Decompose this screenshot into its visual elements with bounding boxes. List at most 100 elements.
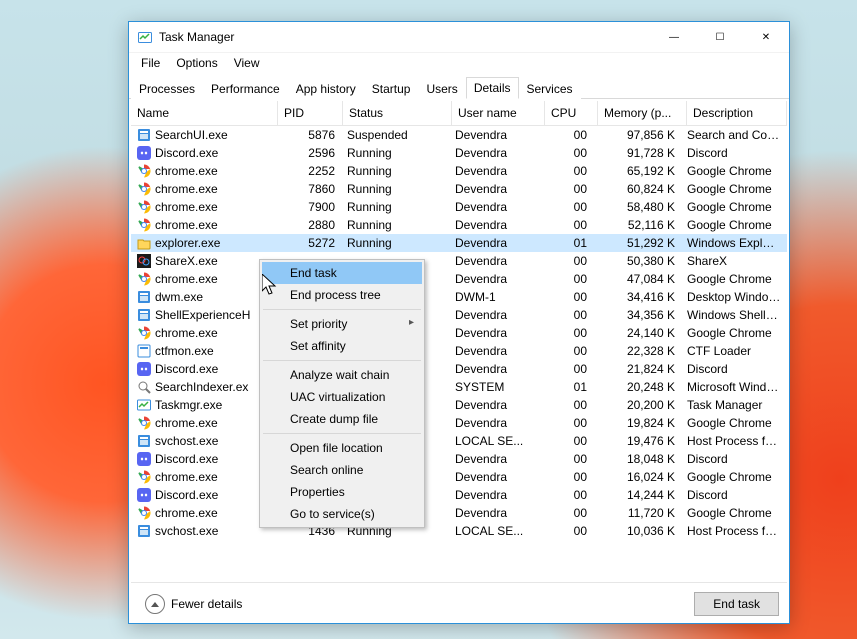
memory-cell: 20,248 K	[593, 380, 681, 394]
pid-cell: 2596	[277, 146, 341, 160]
process-name-cell: chrome.exe	[131, 326, 277, 340]
context-menu-uac-virtualization[interactable]: UAC virtualization	[262, 386, 422, 408]
table-row[interactable]: ctfmon.exeDevendra0022,328 KCTF Loader	[131, 342, 787, 360]
description-cell: Google Chrome	[681, 416, 787, 430]
maximize-button[interactable]: ☐	[697, 22, 743, 52]
menu-file[interactable]: File	[133, 54, 168, 72]
context-menu-open-file-location[interactable]: Open file location	[262, 437, 422, 459]
status-cell: Suspended	[341, 128, 449, 142]
description-cell: Google Chrome	[681, 182, 787, 196]
context-menu-properties[interactable]: Properties	[262, 481, 422, 503]
col-cpu[interactable]: CPU	[545, 101, 598, 125]
table-row[interactable]: chrome.exe2880RunningDevendra0052,116 KG…	[131, 216, 787, 234]
table-row[interactable]: Discord.exeDevendra0014,244 KDiscord	[131, 486, 787, 504]
col-name[interactable]: Name	[131, 101, 278, 125]
table-body[interactable]: SearchUI.exe5876SuspendedDevendra0097,85…	[131, 126, 787, 582]
table-row[interactable]: chrome.exeDevendra0024,140 KGoogle Chrom…	[131, 324, 787, 342]
tab-strip: ProcessesPerformanceApp historyStartupUs…	[129, 73, 789, 99]
col-desc[interactable]: Description	[687, 101, 787, 125]
tab-services[interactable]: Services	[519, 78, 581, 99]
fewer-details-button[interactable]: Fewer details	[139, 591, 248, 617]
table-row[interactable]: ShareX.exeDevendra0050,380 KShareX	[131, 252, 787, 270]
pid-cell: 7900	[277, 200, 341, 214]
table-row[interactable]: SearchUI.exe5876SuspendedDevendra0097,85…	[131, 126, 787, 144]
context-menu-analyze-wait-chain[interactable]: Analyze wait chain	[262, 364, 422, 386]
process-name-cell: explorer.exe	[131, 236, 277, 250]
table-row[interactable]: Discord.exe2596RunningDevendra0091,728 K…	[131, 144, 787, 162]
tab-details[interactable]: Details	[466, 77, 519, 99]
tab-users[interactable]: Users	[418, 78, 465, 99]
titlebar[interactable]: Task Manager — ☐ ✕	[129, 22, 789, 53]
cpu-cell: 00	[541, 326, 593, 340]
description-cell: Google Chrome	[681, 272, 787, 286]
col-pid[interactable]: PID	[278, 101, 343, 125]
process-name-cell: ctfmon.exe	[131, 344, 277, 358]
memory-cell: 52,116 K	[593, 218, 681, 232]
process-name-cell: ShareX.exe	[131, 254, 277, 268]
process-name-cell: chrome.exe	[131, 200, 277, 214]
context-menu-search-online[interactable]: Search online	[262, 459, 422, 481]
discord-icon	[137, 362, 151, 376]
discord-icon	[137, 488, 151, 502]
memory-cell: 34,356 K	[593, 308, 681, 322]
table-row[interactable]: SearchIndexer.exSYSTEM0120,248 KMicrosof…	[131, 378, 787, 396]
table-row[interactable]: explorer.exe5272RunningDevendra0151,292 …	[131, 234, 787, 252]
context-menu-end-task[interactable]: End task	[262, 262, 422, 284]
menu-options[interactable]: Options	[168, 54, 225, 72]
memory-cell: 22,328 K	[593, 344, 681, 358]
user-cell: Devendra	[449, 488, 541, 502]
table-header: Name PID Status User name CPU Memory (p.…	[131, 101, 787, 126]
pid-cell: 5876	[277, 128, 341, 142]
context-menu-create-dump-file[interactable]: Create dump file	[262, 408, 422, 430]
context-menu-end-process-tree[interactable]: End process tree	[262, 284, 422, 306]
col-mem[interactable]: Memory (p...	[598, 101, 687, 125]
table-row[interactable]: chrome.exe7860RunningDevendra0060,824 KG…	[131, 180, 787, 198]
process-name-cell: chrome.exe	[131, 164, 277, 178]
description-cell: Discord	[681, 452, 787, 466]
process-name-cell: chrome.exe	[131, 218, 277, 232]
cpu-cell: 00	[541, 272, 593, 286]
context-menu-set-priority[interactable]: Set priority	[262, 313, 422, 335]
menu-view[interactable]: View	[226, 54, 268, 72]
tab-processes[interactable]: Processes	[131, 78, 203, 99]
table-row[interactable]: Taskmgr.exeDevendra0020,200 KTask Manage…	[131, 396, 787, 414]
description-cell: Google Chrome	[681, 506, 787, 520]
table-row[interactable]: chrome.exe2252RunningDevendra0065,192 KG…	[131, 162, 787, 180]
col-status[interactable]: Status	[343, 101, 452, 125]
process-name-cell: chrome.exe	[131, 416, 277, 430]
taskmgr-icon	[137, 398, 151, 412]
pid-cell: 2252	[277, 164, 341, 178]
table-row[interactable]: chrome.exeDevendra0016,024 KGoogle Chrom…	[131, 468, 787, 486]
description-cell: Windows Explorer	[681, 236, 787, 250]
context-menu[interactable]: End taskEnd process tree Set prioritySet …	[259, 259, 425, 528]
table-row[interactable]: Discord.exeDevendra0018,048 KDiscord	[131, 450, 787, 468]
tab-startup[interactable]: Startup	[364, 78, 419, 99]
tab-app-history[interactable]: App history	[288, 78, 364, 99]
table-row[interactable]: chrome.exeDevendra0019,824 KGoogle Chrom…	[131, 414, 787, 432]
process-name-cell: Discord.exe	[131, 488, 277, 502]
table-row[interactable]: dwm.exeDWM-10034,416 KDesktop Window Man…	[131, 288, 787, 306]
table-row[interactable]: chrome.exeDevendra0047,084 KGoogle Chrom…	[131, 270, 787, 288]
table-row[interactable]: chrome.exe7900RunningDevendra0058,480 KG…	[131, 198, 787, 216]
context-menu-set-affinity[interactable]: Set affinity	[262, 335, 422, 357]
memory-cell: 91,728 K	[593, 146, 681, 160]
table-row[interactable]: Discord.exeDevendra0021,824 KDiscord	[131, 360, 787, 378]
memory-cell: 20,200 K	[593, 398, 681, 412]
description-cell: Discord	[681, 146, 787, 160]
context-menu-go-to-service-s[interactable]: Go to service(s)	[262, 503, 422, 525]
tab-performance[interactable]: Performance	[203, 78, 288, 99]
col-user[interactable]: User name	[452, 101, 545, 125]
table-row[interactable]: chrome.exe7876RunningDevendra0011,720 KG…	[131, 504, 787, 522]
user-cell: Devendra	[449, 128, 541, 142]
end-task-button[interactable]: End task	[694, 592, 779, 616]
app-blue-icon	[137, 434, 151, 448]
description-cell: Host Process for Windo...	[681, 524, 787, 538]
table-row[interactable]: svchost.exe1436RunningLOCAL SE...0010,03…	[131, 522, 787, 540]
close-button[interactable]: ✕	[743, 22, 789, 52]
pid-cell: 7860	[277, 182, 341, 196]
table-row[interactable]: ShellExperienceHDevendra0034,356 KWindow…	[131, 306, 787, 324]
table-row[interactable]: svchost.exeLOCAL SE...0019,476 KHost Pro…	[131, 432, 787, 450]
minimize-button[interactable]: —	[651, 22, 697, 52]
user-cell: Devendra	[449, 362, 541, 376]
memory-cell: 58,480 K	[593, 200, 681, 214]
